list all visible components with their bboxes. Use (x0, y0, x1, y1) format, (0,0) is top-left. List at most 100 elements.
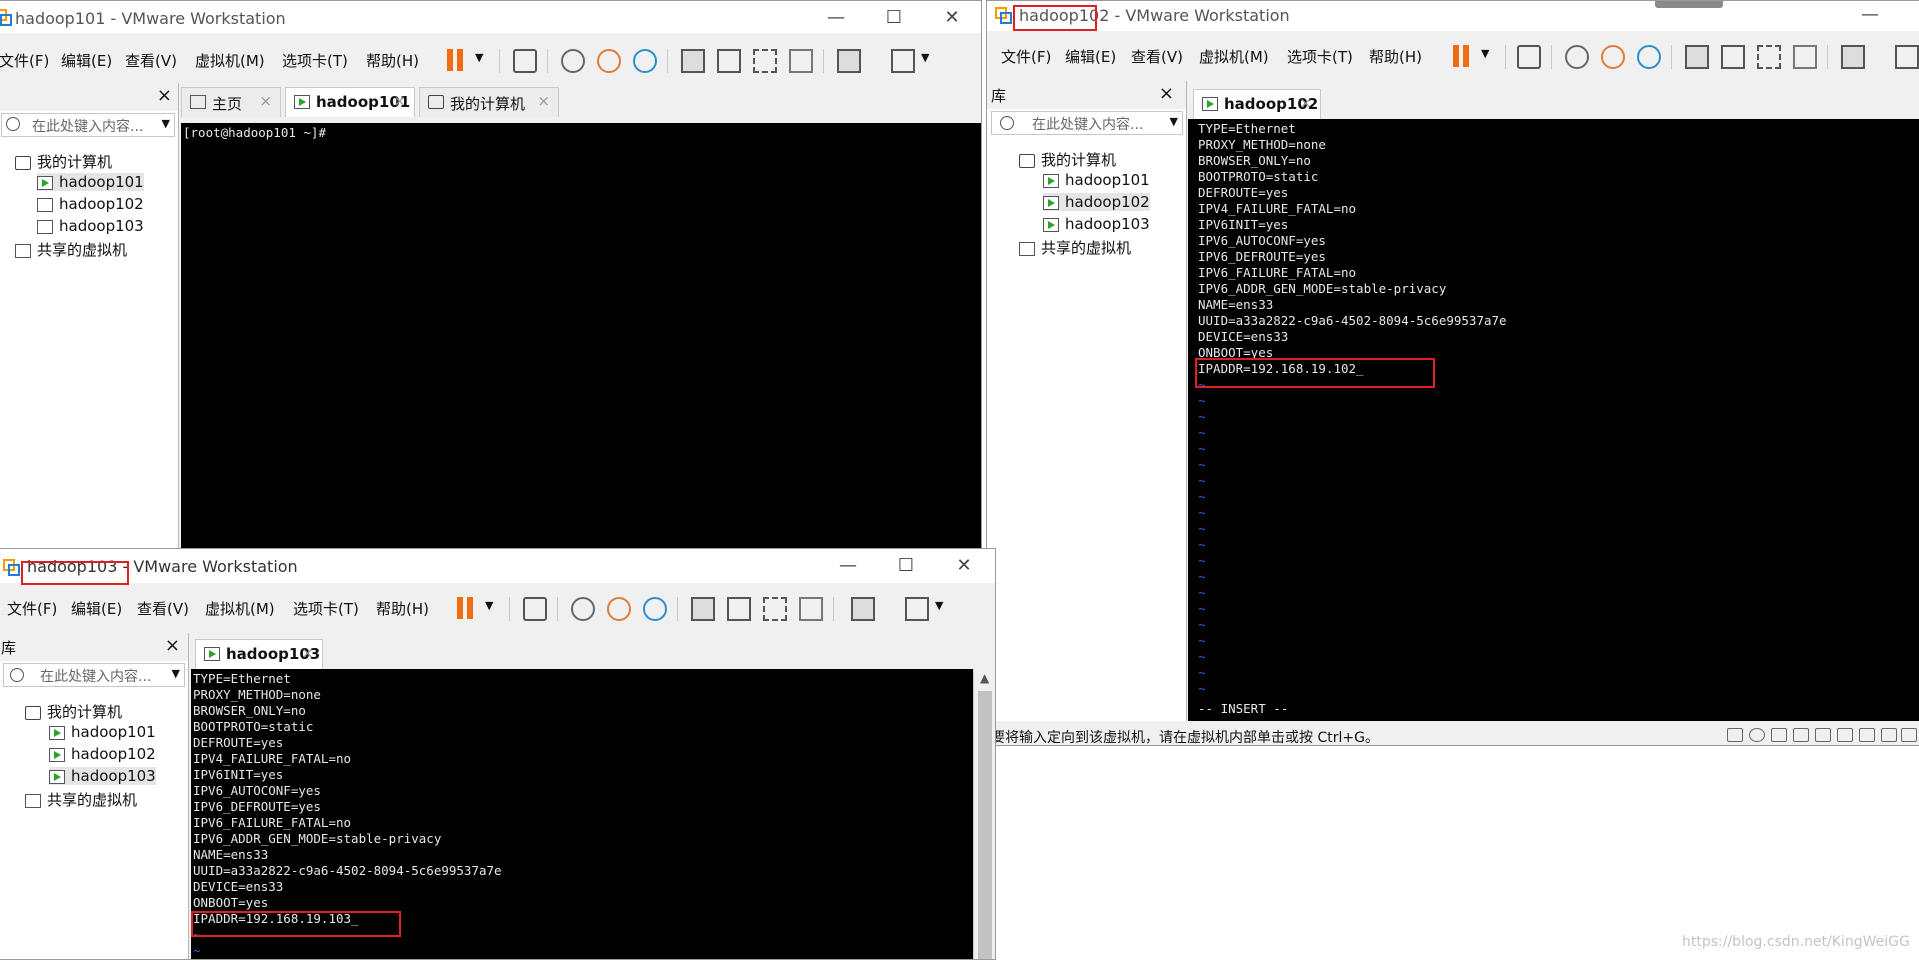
stretch-icon[interactable] (891, 49, 915, 73)
window-hadoop102[interactable]: hadoop102 - VMware Workstation — 文件(F) 编… (986, 0, 1919, 746)
tree-shared-vms[interactable]: 共享的虚拟机 (15, 239, 127, 260)
tree-my-computer[interactable]: 我的计算机 (1019, 149, 1116, 170)
tab-hadoop102[interactable]: hadoop102 × (1193, 89, 1321, 119)
chevron-down-icon[interactable]: ▼ (921, 51, 929, 64)
menu-vm[interactable]: 虚拟机(M) (1199, 46, 1269, 67)
console-view-icon[interactable] (1841, 45, 1865, 69)
unity-icon[interactable] (799, 597, 823, 621)
full-screen-icon[interactable] (1757, 45, 1781, 69)
snapshot-icon[interactable] (1565, 45, 1589, 69)
title-bar[interactable]: hadoop101 - VMware Workstation — ☐ ✕ (0, 1, 981, 33)
tree-item-hadoop101[interactable]: hadoop101 (1043, 171, 1150, 189)
pause-icon[interactable] (447, 49, 465, 71)
vm-console[interactable]: [root@hadoop101 ~]# (181, 123, 981, 559)
tab-hadoop101[interactable]: hadoop101 × (285, 87, 415, 117)
show-library-icon[interactable] (691, 597, 715, 621)
close-button[interactable]: ✕ (949, 554, 979, 578)
console-scrollbar[interactable]: ▲ (973, 669, 995, 959)
pause-icon[interactable] (1453, 45, 1471, 67)
minimize-button[interactable]: — (833, 554, 863, 578)
snapshot-manager-icon[interactable] (1637, 45, 1661, 69)
vm-console[interactable]: TYPE=Ethernet PROXY_METHOD=none BROWSER_… (1188, 119, 1919, 721)
full-screen-icon[interactable] (763, 597, 787, 621)
menu-help[interactable]: 帮助(H) (1369, 46, 1422, 67)
close-button[interactable]: ✕ (937, 6, 967, 30)
full-screen-icon[interactable] (753, 49, 777, 73)
revert-snapshot-icon[interactable] (597, 49, 621, 73)
thumbnail-bar-icon[interactable] (1721, 45, 1745, 69)
thumbnail-bar-icon[interactable] (727, 597, 751, 621)
menu-edit[interactable]: 编辑(E) (61, 50, 112, 71)
show-library-icon[interactable] (681, 49, 705, 73)
tab-close-icon[interactable]: × (301, 644, 314, 662)
send-keys-icon[interactable] (523, 597, 547, 621)
tab-close-icon[interactable]: × (259, 92, 272, 110)
tab-my-computer[interactable]: 我的计算机 × (419, 87, 559, 117)
search-input[interactable]: 在此处键入内容... ▼ (3, 663, 185, 687)
chevron-down-icon[interactable]: ▼ (475, 51, 483, 64)
tab-close-icon[interactable]: × (393, 92, 406, 110)
unity-icon[interactable] (789, 49, 813, 73)
menu-view[interactable]: 查看(V) (1131, 46, 1183, 67)
tree-my-computer[interactable]: 我的计算机 (25, 701, 122, 722)
maximize-button[interactable]: ☐ (891, 554, 921, 578)
menu-file[interactable]: 文件(F) (0, 50, 49, 71)
revert-snapshot-icon[interactable] (1601, 45, 1625, 69)
tab-close-icon[interactable]: × (537, 92, 550, 110)
menu-file[interactable]: 文件(F) (7, 598, 57, 619)
stretch-icon[interactable] (905, 597, 929, 621)
tree-item-hadoop101[interactable]: hadoop101 (49, 723, 156, 741)
library-close-icon[interactable]: × (1159, 83, 1174, 104)
title-bar[interactable]: hadoop102 - VMware Workstation — (987, 1, 1919, 31)
title-bar[interactable]: hadoop103 - VMware Workstation — ☐ ✕ (0, 549, 995, 585)
window-hadoop103[interactable]: hadoop103 - VMware Workstation — ☐ ✕ 文件(… (0, 548, 996, 960)
minimize-button[interactable]: — (1855, 3, 1885, 27)
tab-close-icon[interactable]: × (1299, 94, 1312, 112)
tree-item-hadoop102[interactable]: hadoop102 (49, 745, 156, 763)
unity-icon[interactable] (1793, 45, 1817, 69)
thumbnail-bar-icon[interactable] (717, 49, 741, 73)
maximize-button[interactable]: ☐ (879, 6, 909, 30)
snapshot-manager-icon[interactable] (633, 49, 657, 73)
send-keys-icon[interactable] (1517, 45, 1541, 69)
tab-hadoop103[interactable]: hadoop103 × (195, 639, 323, 669)
show-library-icon[interactable] (1685, 45, 1709, 69)
tree-shared-vms[interactable]: 共享的虚拟机 (1019, 237, 1131, 258)
tree-shared-vms[interactable]: 共享的虚拟机 (25, 789, 137, 810)
menu-tabs[interactable]: 选项卡(T) (293, 598, 359, 619)
tree-item-hadoop101[interactable]: hadoop101 (37, 173, 144, 191)
chevron-down-icon[interactable]: ▼ (485, 599, 493, 612)
tree-item-hadoop103[interactable]: hadoop103 (37, 217, 144, 235)
menu-tabs[interactable]: 选项卡(T) (1287, 46, 1353, 67)
tree-item-hadoop103[interactable]: hadoop103 (49, 767, 156, 785)
tree-my-computer[interactable]: 我的计算机 (15, 151, 112, 172)
chevron-down-icon[interactable]: ▼ (1481, 47, 1489, 60)
menu-file[interactable]: 文件(F) (1001, 46, 1051, 67)
chevron-down-icon[interactable]: ▼ (1170, 115, 1178, 128)
scroll-up-icon[interactable]: ▲ (980, 671, 989, 685)
console-view-icon[interactable] (851, 597, 875, 621)
tree-item-hadoop102[interactable]: hadoop102 (37, 195, 144, 213)
menu-vm[interactable]: 虚拟机(M) (205, 598, 275, 619)
window-hadoop101[interactable]: hadoop101 - VMware Workstation — ☐ ✕ 文件(… (0, 0, 982, 560)
menu-edit[interactable]: 编辑(E) (71, 598, 122, 619)
minimize-button[interactable]: — (821, 6, 851, 30)
snapshot-manager-icon[interactable] (643, 597, 667, 621)
scrollbar-thumb[interactable] (978, 691, 992, 959)
snapshot-icon[interactable] (561, 49, 585, 73)
snapshot-icon[interactable] (571, 597, 595, 621)
menu-tabs[interactable]: 选项卡(T) (282, 50, 348, 71)
menu-help[interactable]: 帮助(H) (366, 50, 419, 71)
library-close-icon[interactable]: × (165, 635, 180, 656)
menu-view[interactable]: 查看(V) (125, 50, 177, 71)
tab-home[interactable]: 主页 × (181, 87, 281, 117)
library-close-icon[interactable]: × (157, 85, 172, 106)
menu-vm[interactable]: 虚拟机(M) (195, 50, 265, 71)
menu-edit[interactable]: 编辑(E) (1065, 46, 1116, 67)
tree-item-hadoop103[interactable]: hadoop103 (1043, 215, 1150, 233)
send-keys-icon[interactable] (513, 49, 537, 73)
console-view-icon[interactable] (837, 49, 861, 73)
pause-icon[interactable] (457, 597, 475, 619)
search-input[interactable]: 在此处键入内容... ▼ (1, 113, 175, 137)
chevron-down-icon[interactable]: ▼ (935, 599, 943, 612)
